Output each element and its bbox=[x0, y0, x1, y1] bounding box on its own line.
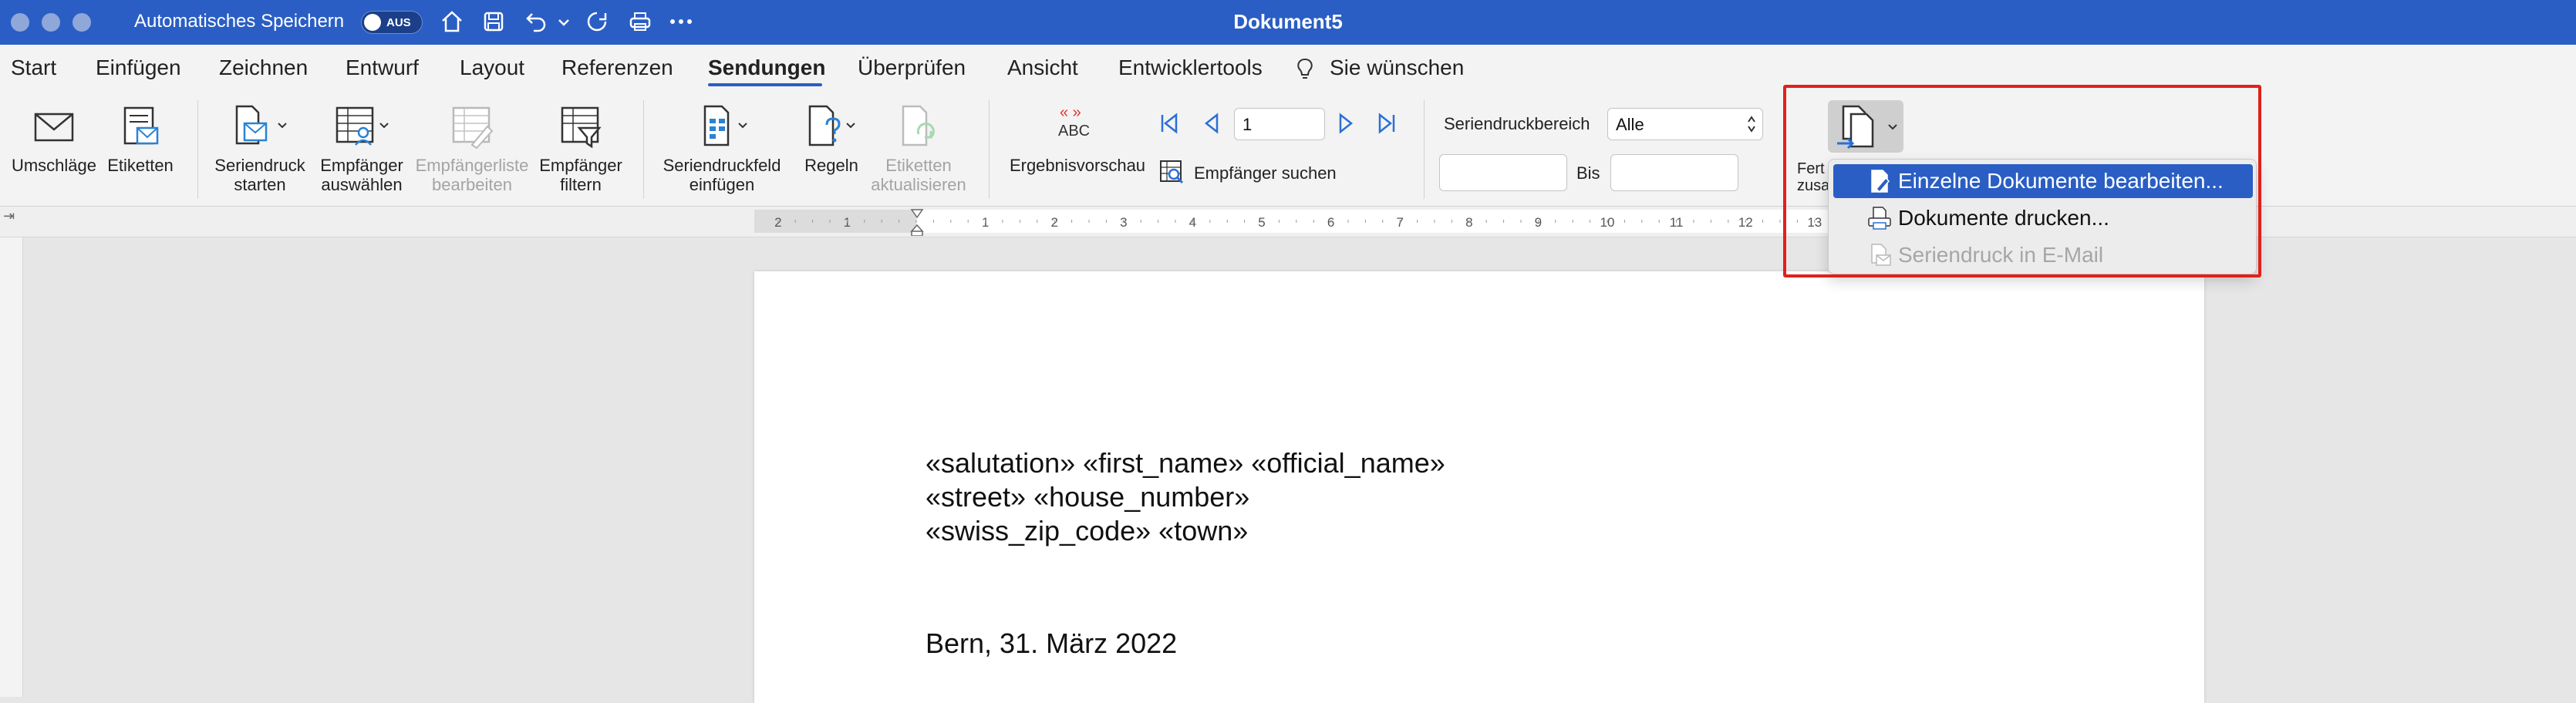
insert-merge-field-label-2: einfügen bbox=[689, 175, 755, 194]
stepper-arrows-icon bbox=[1748, 116, 1755, 133]
vertical-ruler bbox=[0, 237, 23, 697]
date-line[interactable]: Bern, 31. März 2022 bbox=[926, 627, 1177, 660]
envelope-icon bbox=[34, 113, 74, 142]
start-mail-merge-button[interactable]: Seriendruck starten bbox=[210, 103, 310, 194]
tab-layout[interactable]: Layout bbox=[460, 56, 524, 80]
merge-fields-line-1[interactable]: «salutation» «first_name» «official_name… bbox=[926, 447, 1445, 479]
merge-fields-line-2[interactable]: «street» «house_number» bbox=[926, 481, 1249, 513]
filter-recipients-label-2: filtern bbox=[560, 175, 602, 194]
document-page[interactable]: «salutation» «first_name» «official_name… bbox=[754, 271, 2204, 703]
filter-recipients-label-1: Empfänger bbox=[539, 156, 622, 175]
mail-merge-icon bbox=[235, 105, 287, 145]
merge-range-select[interactable]: Alle bbox=[1607, 108, 1763, 140]
merge-field-icon bbox=[703, 105, 747, 146]
rules-button[interactable]: Regeln bbox=[793, 103, 870, 175]
select-recipients-label-2: auswählen bbox=[321, 175, 403, 194]
envelopes-label: Umschläge bbox=[11, 156, 97, 175]
merge-range-label: Seriendruckbereich bbox=[1444, 114, 1590, 133]
find-recipient-icon bbox=[1160, 160, 1184, 184]
preview-abc-text: ABC bbox=[1058, 123, 1091, 140]
range-to-input[interactable] bbox=[1610, 154, 1738, 191]
edit-recipient-list-label-2: bearbeiten bbox=[432, 175, 512, 194]
active-tab-indicator bbox=[708, 83, 822, 86]
update-labels-label-2: aktualisieren bbox=[871, 175, 966, 194]
merge-fields-line-3[interactable]: «swiss_zip_code» «town» bbox=[926, 515, 1248, 547]
previous-record-icon[interactable] bbox=[1199, 111, 1223, 136]
first-record-icon[interactable] bbox=[1157, 111, 1182, 136]
merge-range-value: Alle bbox=[1616, 115, 1644, 134]
update-labels-icon bbox=[902, 105, 935, 146]
select-recipients-button[interactable]: Empfänger auswählen bbox=[312, 103, 412, 194]
highlight-annotation-box bbox=[1783, 85, 2261, 278]
filter-recipients-button[interactable]: Empfänger filtern bbox=[532, 103, 629, 194]
insert-merge-field-button[interactable]: Seriendruckfeld einfügen bbox=[652, 103, 791, 194]
title-bar: Automatisches Speichern AUS Dokument5 bbox=[0, 0, 2576, 45]
tab-start[interactable]: Start bbox=[11, 56, 56, 80]
range-from-input[interactable] bbox=[1439, 154, 1567, 191]
range-to-label: Bis bbox=[1576, 163, 1600, 183]
tab-stop-selector[interactable]: ⇥ bbox=[3, 208, 15, 224]
record-number-input[interactable]: 1 bbox=[1234, 108, 1325, 140]
tab-referenzen[interactable]: Referenzen bbox=[561, 56, 673, 80]
record-number-value: 1 bbox=[1242, 115, 1253, 134]
recipients-list-icon bbox=[335, 106, 389, 146]
last-record-icon[interactable] bbox=[1374, 111, 1399, 136]
tab-zeichnen[interactable]: Zeichnen bbox=[219, 56, 308, 80]
indent-marker-icon[interactable] bbox=[910, 208, 924, 236]
insert-merge-field-label-1: Seriendruckfeld bbox=[663, 156, 781, 175]
edit-recipient-list-label-1: Empfängerliste bbox=[415, 156, 529, 175]
update-labels-button[interactable]: Etiketten aktualisieren bbox=[868, 103, 969, 194]
ribbon-separator bbox=[197, 100, 198, 199]
edit-list-icon bbox=[452, 106, 494, 150]
rules-icon bbox=[808, 105, 855, 146]
labels-button[interactable]: Etiketten bbox=[102, 103, 179, 175]
tell-me-search[interactable]: Sie wünschen bbox=[1330, 56, 1464, 80]
labels-icon bbox=[123, 106, 159, 145]
start-mail-merge-label-1: Seriendruck bbox=[214, 156, 305, 175]
tab-entwurf[interactable]: Entwurf bbox=[346, 56, 419, 80]
envelopes-button[interactable]: Umschläge bbox=[8, 103, 100, 175]
tab-ueberpruefen[interactable]: Überprüfen bbox=[858, 56, 966, 80]
find-recipient-button[interactable]: Empfänger suchen bbox=[1194, 163, 1337, 183]
abc-preview-icon: « » ABC bbox=[1058, 104, 1091, 140]
ribbon-separator bbox=[1424, 100, 1425, 199]
tab-ansicht[interactable]: Ansicht bbox=[1007, 56, 1078, 80]
lightbulb-icon bbox=[1297, 58, 1313, 79]
filter-recipients-icon bbox=[561, 106, 602, 149]
rules-label: Regeln bbox=[804, 156, 858, 175]
ribbon-separator bbox=[989, 100, 990, 199]
start-mail-merge-label-2: starten bbox=[234, 175, 286, 194]
tab-entwicklertools[interactable]: Entwicklertools bbox=[1118, 56, 1263, 80]
tab-sendungen[interactable]: Sendungen bbox=[708, 56, 825, 80]
update-labels-label-1: Etiketten bbox=[885, 156, 952, 175]
tab-einfuegen[interactable]: Einfügen bbox=[96, 56, 181, 80]
preview-results-label: Ergebnisvorschau bbox=[1009, 156, 1146, 175]
ribbon-separator bbox=[643, 100, 644, 199]
labels-label: Etiketten bbox=[107, 156, 174, 175]
preview-results-button[interactable]: « » ABC Ergebnisvorschau bbox=[1004, 103, 1151, 175]
edit-recipient-list-button[interactable]: Empfängerliste bearbeiten bbox=[410, 103, 534, 194]
next-record-icon[interactable] bbox=[1334, 111, 1359, 136]
document-title: Dokument5 bbox=[1233, 10, 1343, 33]
select-recipients-label-1: Empfänger bbox=[320, 156, 403, 175]
